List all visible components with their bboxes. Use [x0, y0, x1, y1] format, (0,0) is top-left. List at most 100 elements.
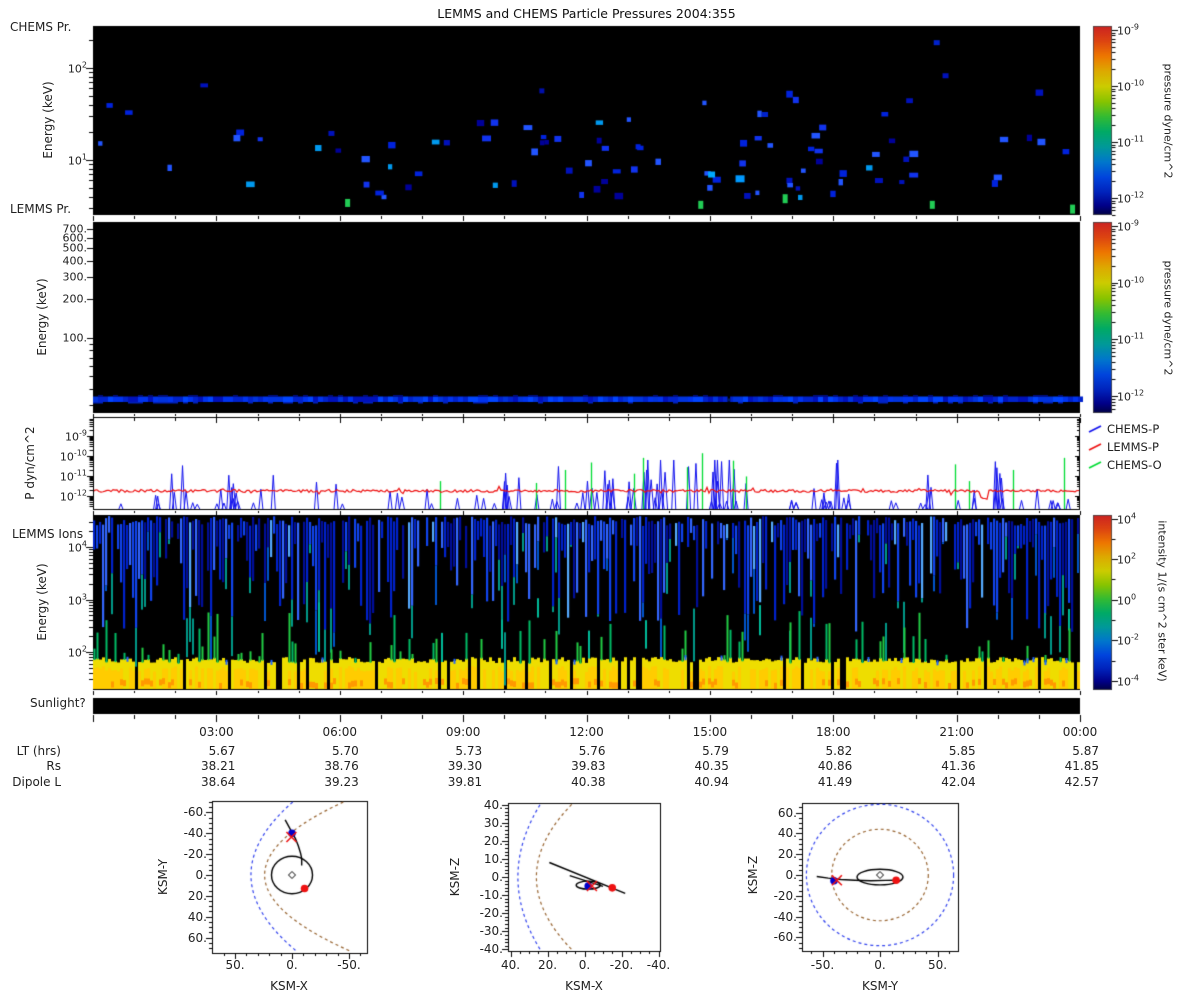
eph-value: 5.82 [825, 744, 853, 758]
eph-value: 41.49 [817, 775, 853, 789]
orbit1-y-axis-title: KSM-Y [156, 858, 170, 896]
orbit-x-tick-label: -20. [609, 958, 634, 972]
panel-label-chems-pressure: CHEMS Pr. [10, 20, 72, 34]
orbit-y-tick-label: -60. [773, 930, 797, 945]
cbar3-tick-label: 10-2 [1117, 632, 1139, 648]
orbit-y-tick-label: 40. [483, 797, 503, 812]
cbar2-tick-label: 10-12 [1117, 388, 1145, 404]
p1-y-axis-title: Energy (keV) [41, 81, 55, 159]
eph-value: 42.57 [1064, 775, 1099, 789]
cbar1-tick-label: 10-9 [1117, 22, 1139, 38]
legend-item-lemms-p: LEMMS-P [1107, 440, 1159, 454]
p3-y-tick-label: 10-11 [59, 468, 87, 484]
cbar1-tick-label: 10-12 [1117, 190, 1145, 206]
eph-value: 40.38 [571, 775, 606, 789]
cbar3-tick-label: 102 [1117, 551, 1137, 567]
orbit-y-tick-label: -40. [183, 826, 207, 841]
orbit-y-tick-label: -40. [773, 909, 797, 924]
orbit-y-tick-label: -20. [479, 906, 503, 921]
orbit-y-tick-label: -60. [183, 805, 207, 820]
cbar3-tick-label: 104 [1117, 511, 1137, 526]
legend-item-chems-p: CHEMS-P [1107, 422, 1160, 436]
orbit-x-tick-label: 0. [286, 958, 298, 972]
eph-value: 38.21 [201, 759, 236, 773]
time-tick-label: 12:00 [569, 725, 604, 739]
orbit2-x-axis-title: KSM-X [565, 979, 603, 993]
time-tick-label: 00:00 [1062, 725, 1098, 739]
colorbar1-title: pressure dyne/cm^2 [1161, 63, 1175, 179]
orbit3-y-axis-title: KSM-Z [746, 855, 760, 895]
orbit-x-tick-label: 50. [225, 958, 245, 972]
eph-value: 40.35 [694, 759, 729, 773]
eph-value: 41.36 [941, 759, 976, 773]
orbit-y-tick-label: 10. [483, 851, 503, 866]
orbit-y-tick-label: -20. [773, 888, 797, 903]
cbar2-tick-label: 10-11 [1117, 332, 1145, 347]
orbit-y-tick-label: 40. [777, 826, 797, 841]
orbit-y-tick-label: 0. [785, 868, 797, 882]
figure: 50. 0. -50. -60. -40. -20. 0. 20. 40. 60. 40. 20. 0.… [0, 0, 1200, 1000]
cbar3-tick-label: 10-4 [1117, 673, 1139, 689]
orbit-y-tick-label: 20. [777, 847, 797, 862]
p3-y-tick-label: 10-10 [59, 448, 87, 464]
eph-row-label-lt: LT (hrs) [16, 744, 61, 758]
eph-value: 5.79 [702, 744, 729, 758]
orbit-y-tick-label: 20. [187, 888, 207, 903]
p2-y-tick-label: 100. [62, 331, 88, 345]
p2-y-tick-label: 500. [62, 241, 88, 255]
orbit-x-tick-label: -50. [337, 958, 361, 972]
p4-y-tick-label: 104 [67, 539, 87, 555]
time-tick-label: 03:00 [199, 725, 234, 739]
eph-row-label-rs: Rs [46, 759, 61, 773]
eph-value: 39.81 [447, 775, 483, 789]
orbit-x-tick-label: 20. [537, 958, 558, 972]
cbar3-tick-label: 100 [1117, 592, 1137, 608]
time-tick-label: 09:00 [445, 725, 481, 739]
orbit-x-tick-label: -40. [646, 958, 671, 972]
figure-canvas [0, 0, 1200, 1000]
orbit-y-tick-label: 60. [777, 805, 797, 820]
p2-y-axis-title: Energy (keV) [35, 278, 49, 356]
p3-y-tick-label: 10-9 [65, 428, 87, 444]
p4-y-axis-title: Energy (keV) [35, 563, 49, 641]
orbit-y-tick-label: 40. [187, 909, 207, 924]
cbar2-tick-label: 10-9 [1117, 218, 1139, 234]
p2-y-tick-label: 300. [62, 270, 88, 284]
orbit-y-tick-label: 20. [483, 833, 503, 848]
eph-value: 40.94 [694, 775, 729, 789]
time-tick-label: 21:00 [939, 725, 974, 739]
eph-row-label-dipole-l: Dipole L [12, 775, 61, 789]
p2-y-tick-label: 400. [62, 254, 88, 268]
p3-y-tick-label: 10-12 [59, 488, 87, 504]
orbit-y-tick-label: 30. [483, 815, 503, 830]
cbar1-tick-label: 10-10 [1117, 78, 1145, 94]
orbit-x-tick-label: 50. [927, 958, 948, 972]
orbit-x-tick-label: -50. [810, 958, 835, 972]
orbit-x-tick-label: 0. [874, 958, 886, 972]
eph-value: 41.85 [1064, 759, 1099, 773]
p4-y-tick-label: 103 [67, 592, 87, 607]
cbar1-tick-label: 10-11 [1117, 134, 1145, 150]
eph-value: 5.73 [455, 744, 483, 758]
figure-title: LEMMS and CHEMS Particle Pressures 2004:… [437, 6, 736, 21]
p1-y-tick-label: 101 [67, 152, 87, 168]
eph-value: 38.64 [201, 775, 236, 789]
orbit2-y-axis-title: KSM-Z [448, 857, 462, 897]
eph-value: 5.87 [1072, 744, 1099, 758]
p1-y-tick-label: 102 [67, 60, 87, 76]
time-tick-label: 15:00 [692, 725, 728, 739]
orbit-y-tick-label: -30. [479, 924, 503, 939]
orbit3-x-axis-title: KSM-Y [861, 979, 899, 993]
time-tick-label: 18:00 [815, 725, 851, 739]
eph-value: 38.76 [324, 759, 359, 773]
p3-y-axis-title: P dyn/cm^2 [23, 426, 37, 500]
orbit-x-tick-label: 40. [500, 958, 521, 972]
colorbar3-title: intensity 1/(s cm^2 ster keV) [1155, 520, 1169, 682]
eph-value: 5.70 [332, 744, 359, 758]
eph-value: 39.30 [447, 759, 483, 773]
orbit1-x-axis-title: KSM-X [270, 979, 308, 993]
eph-value: 39.83 [571, 759, 606, 773]
p2-y-tick-label: 200. [62, 292, 88, 306]
time-tick-label: 06:00 [322, 725, 358, 739]
eph-value: 42.04 [941, 775, 976, 789]
